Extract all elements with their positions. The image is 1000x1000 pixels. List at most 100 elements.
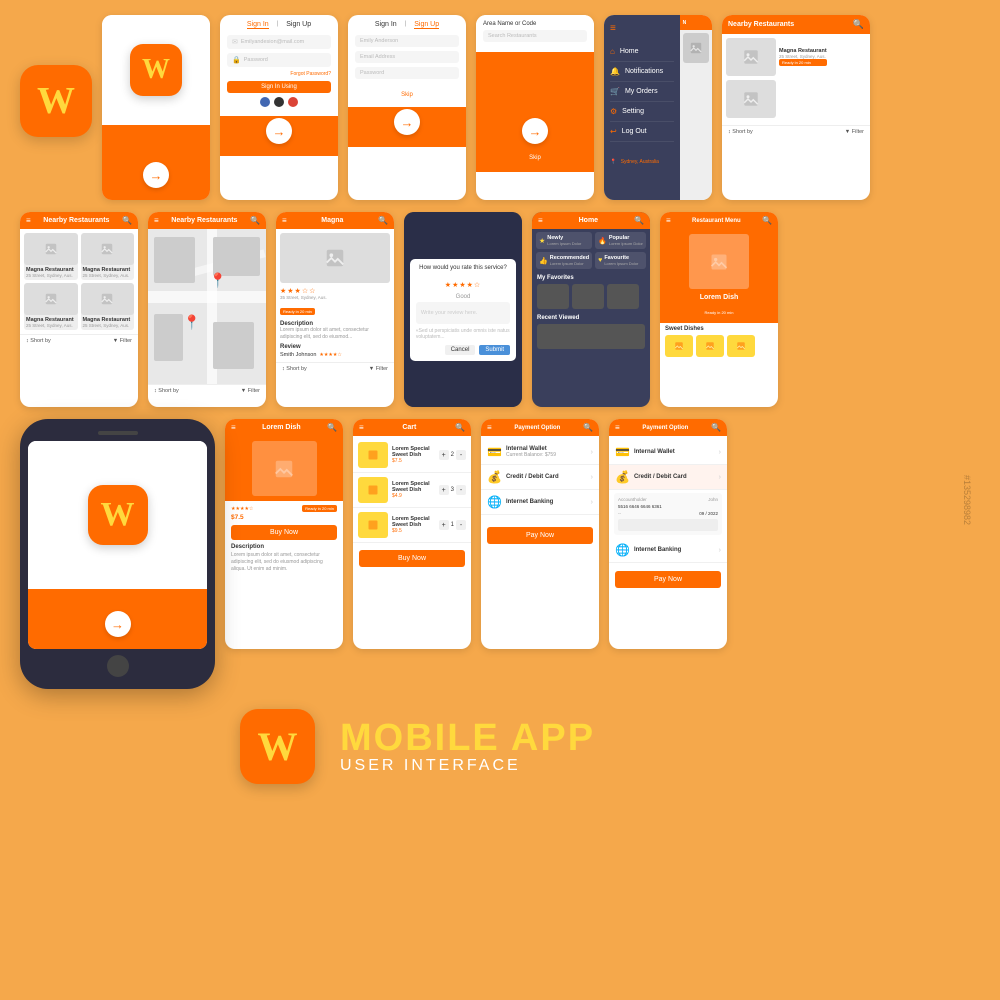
lorem-buy-btn[interactable]: Buy Now bbox=[231, 525, 337, 540]
cc-cvv-field[interactable] bbox=[618, 519, 718, 531]
sort-text-grid[interactable]: ↕ Short by bbox=[26, 338, 51, 344]
rate-review-input[interactable]: Write your review here. bbox=[416, 302, 510, 324]
signup-tab-signup[interactable]: Sign Up bbox=[414, 21, 439, 29]
cat-recommended[interactable]: 👍 Recommended Lorem Ipsum Dolor bbox=[536, 252, 592, 269]
search-payment1[interactable]: 🔍 bbox=[583, 423, 593, 432]
qty-minus-2[interactable]: - bbox=[456, 485, 466, 495]
search-payment2[interactable]: 🔍 bbox=[711, 423, 721, 432]
continue-guest[interactable]: Skip bbox=[401, 92, 413, 98]
twitter-dot[interactable] bbox=[274, 97, 284, 107]
signup-tab-signin[interactable]: Sign In bbox=[375, 21, 397, 29]
grid-item-1[interactable]: Magna Restaurant 25 Street, Sydney, Aus. bbox=[24, 233, 78, 280]
search-icon-sm[interactable]: 🔍 bbox=[853, 19, 864, 30]
hamburger-lorem[interactable]: ≡ bbox=[231, 423, 236, 432]
hamburger-rest-menu[interactable]: ≡ bbox=[666, 216, 671, 225]
signin-email-field[interactable]: ✉ Emilyandesion@mail.com bbox=[227, 35, 331, 49]
cat-newly[interactable]: ★ Newly Lorem Ipsum Dolor bbox=[536, 232, 592, 249]
payment2-wallet[interactable]: 💳 Internal Wallet › bbox=[609, 440, 727, 465]
hamburger-cart[interactable]: ≡ bbox=[359, 423, 364, 432]
google-dot[interactable] bbox=[288, 97, 298, 107]
search-lorem[interactable]: 🔍 bbox=[327, 423, 337, 432]
signup-arrow[interactable]: → bbox=[394, 109, 420, 135]
grid-item-2[interactable]: Magna Restaurant 25 Street, Sydney, Aus. bbox=[81, 233, 135, 280]
forgot-password[interactable]: Forgot Password? bbox=[227, 71, 331, 77]
sort-text-map[interactable]: ↕ Short by bbox=[154, 388, 179, 394]
sweet-img-1[interactable] bbox=[665, 335, 693, 357]
payment1-btn[interactable]: Pay Now bbox=[487, 527, 593, 544]
rate-cancel-btn[interactable]: Cancel bbox=[445, 345, 476, 355]
phone-arrow-icon: → bbox=[111, 617, 124, 632]
search-icon-map[interactable]: 🔍 bbox=[250, 216, 260, 225]
menu-item-logout[interactable]: ↩ Log Out bbox=[610, 122, 674, 142]
payment2-banking[interactable]: 🌐 Internet Banking › bbox=[609, 538, 727, 563]
hamburger-payment2[interactable]: ≡ bbox=[615, 423, 620, 432]
cat-popular[interactable]: 🔥 Popular Lorem Ipsum Dolor bbox=[595, 232, 646, 249]
rate-submit-btn[interactable]: Submit bbox=[479, 345, 510, 355]
payment1-card[interactable]: 💰 Credit / Debit Card › bbox=[481, 465, 599, 490]
screen-area: Area Name or Code Search Restaurants → S… bbox=[476, 15, 594, 200]
hamburger-icon-map[interactable]: ≡ bbox=[154, 216, 159, 225]
area-search-placeholder: Search Restaurants bbox=[488, 33, 537, 39]
skip-text[interactable]: Skip bbox=[529, 155, 541, 161]
search-rest-menu[interactable]: 🔍 bbox=[762, 216, 772, 225]
rate-stars[interactable]: ★★★★☆ bbox=[416, 274, 510, 292]
search-icon-magna[interactable]: 🔍 bbox=[378, 216, 388, 225]
menu-hamburger[interactable]: ≡ bbox=[610, 23, 674, 34]
menu-item-home[interactable]: ⌂ Home bbox=[610, 42, 674, 62]
hamburger-icon-grid[interactable]: ≡ bbox=[26, 216, 31, 225]
cart-buy-btn[interactable]: Buy Now bbox=[359, 550, 465, 567]
cat-favourite[interactable]: ♥ Favourite Lorem Ipsum Dolor bbox=[595, 252, 646, 269]
signin-arrow[interactable]: → bbox=[266, 118, 292, 144]
signin-password-field[interactable]: 🔒 Password bbox=[227, 53, 331, 67]
qty-minus-1[interactable]: - bbox=[456, 450, 466, 460]
cart-item-price-2: $4.9 bbox=[392, 493, 435, 499]
payment2-btn[interactable]: Pay Now bbox=[615, 571, 721, 588]
phone-arrow-circle[interactable]: → bbox=[105, 611, 131, 637]
area-arrow[interactable]: → bbox=[522, 118, 548, 144]
payment1-wallet[interactable]: 💳 Internal Wallet Current Balance: $759 … bbox=[481, 440, 599, 465]
menu-item-orders[interactable]: 🛒 My Orders bbox=[610, 82, 674, 102]
area-search-field[interactable]: Search Restaurants bbox=[483, 30, 587, 42]
menu-item-setting[interactable]: ⚙ Setting bbox=[610, 102, 674, 122]
signin-email-placeholder: Emilyandesion@mail.com bbox=[241, 39, 304, 45]
payment2-card[interactable]: 💰 Credit / Debit Card › bbox=[609, 465, 727, 490]
search-icon-grid[interactable]: 🔍 bbox=[122, 216, 132, 225]
card-icon-1: 💰 bbox=[487, 470, 502, 484]
sort-text-sm[interactable]: ↕ Short by bbox=[728, 129, 753, 135]
qty-minus-3[interactable]: - bbox=[456, 520, 466, 530]
fav-item-2[interactable] bbox=[572, 284, 604, 309]
magna-review-label: Review bbox=[280, 344, 390, 350]
filter-text-grid[interactable]: ▼ Filter bbox=[113, 338, 132, 344]
search-home[interactable]: 🔍 bbox=[634, 216, 644, 225]
popular-icon: 🔥 bbox=[598, 237, 607, 245]
hamburger-home[interactable]: ≡ bbox=[538, 216, 543, 225]
filter-text-magna[interactable]: ▼ Filter bbox=[369, 366, 388, 372]
sort-text-magna[interactable]: ↕ Short by bbox=[282, 366, 307, 372]
signin-tab-signin[interactable]: Sign In bbox=[247, 21, 269, 29]
qty-plus-3[interactable]: + bbox=[439, 520, 449, 530]
signup-email-field[interactable]: Email Address bbox=[355, 51, 459, 63]
signin-tab-signup[interactable]: Sign Up bbox=[286, 21, 311, 29]
signup-pass-field[interactable]: Password bbox=[355, 67, 459, 79]
phone-home-btn[interactable] bbox=[107, 655, 129, 677]
filter-text-sm[interactable]: ▼ Filter bbox=[845, 129, 864, 135]
payment1-banking[interactable]: 🌐 Internet Banking › bbox=[481, 490, 599, 515]
filter-text-map[interactable]: ▼ Filter bbox=[241, 388, 260, 394]
search-cart[interactable]: 🔍 bbox=[455, 423, 465, 432]
grid-item-4[interactable]: Magna Restaurant 25 Street, Sydney, Aus. bbox=[81, 283, 135, 330]
facebook-dot[interactable] bbox=[260, 97, 270, 107]
signin-button[interactable]: Sign In Using bbox=[227, 81, 331, 93]
sweet-img-2[interactable] bbox=[696, 335, 724, 357]
hamburger-payment1[interactable]: ≡ bbox=[487, 423, 492, 432]
splash-arrow[interactable]: → bbox=[143, 162, 169, 188]
qty-plus-2[interactable]: + bbox=[439, 485, 449, 495]
sweet-img-3[interactable] bbox=[727, 335, 755, 357]
fav-item-3[interactable] bbox=[607, 284, 639, 309]
hamburger-icon-magna[interactable]: ≡ bbox=[282, 216, 287, 225]
fav-item-1[interactable] bbox=[537, 284, 569, 309]
signup-name-field[interactable]: Emily Anderson bbox=[355, 35, 459, 47]
recent-item[interactable] bbox=[537, 324, 645, 349]
qty-plus-1[interactable]: + bbox=[439, 450, 449, 460]
grid-item-3[interactable]: Magna Restaurant 25 Street, Sydney, Aus. bbox=[24, 283, 78, 330]
menu-item-notifications[interactable]: 🔔 Notifications bbox=[610, 62, 674, 82]
